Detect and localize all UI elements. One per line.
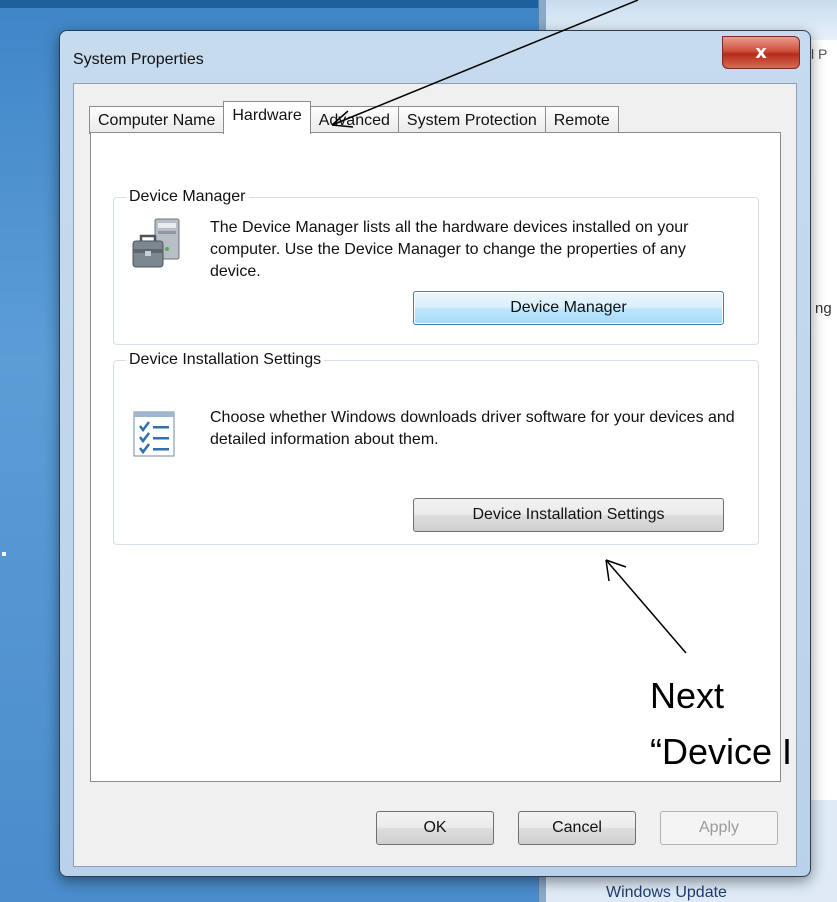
background-peek-text-2: ng — [815, 300, 832, 317]
tab-strip: Computer Name Hardware Advanced System P… — [89, 101, 619, 134]
tab-system-protection[interactable]: System Protection — [397, 106, 546, 134]
ok-button[interactable]: OK — [376, 811, 494, 845]
tab-computer-name[interactable]: Computer Name — [89, 106, 225, 134]
close-button[interactable]: x — [722, 36, 800, 69]
apply-button[interactable]: Apply — [660, 811, 778, 845]
windows-update-link[interactable]: Windows Update — [606, 884, 727, 902]
background-peek-text: l P — [811, 46, 828, 62]
dialog-title: System Properties — [73, 51, 204, 68]
device-installation-legend: Device Installation Settings — [129, 351, 322, 368]
close-icon: x — [755, 42, 767, 63]
tab-hardware[interactable]: Hardware — [223, 101, 311, 134]
annotation-next: Next — [650, 675, 725, 716]
tab-remote[interactable]: Remote — [544, 106, 619, 134]
device-installation-settings-button[interactable]: Device Installation Settings — [413, 498, 724, 532]
device-installation-description: Choose whether Windows downloads driver … — [210, 409, 735, 448]
device-manager-button[interactable]: Device Manager — [413, 291, 724, 325]
tab-advanced[interactable]: Advanced — [309, 106, 399, 134]
device-manager-description: The Device Manager lists all the hardwar… — [210, 219, 689, 280]
device-manager-group: Device Manager The Device Manager lists … — [113, 188, 759, 345]
checklist-icon — [130, 410, 178, 458]
background-title-strip — [0, 0, 545, 8]
background-mark — [2, 552, 6, 556]
device-installation-group: Device Installation Settings Choose whet… — [113, 351, 759, 545]
cancel-button[interactable]: Cancel — [518, 811, 636, 845]
annotation-device-installation: “Device I — [650, 731, 793, 772]
device-manager-icon — [128, 215, 188, 275]
device-manager-legend: Device Manager — [129, 188, 246, 205]
